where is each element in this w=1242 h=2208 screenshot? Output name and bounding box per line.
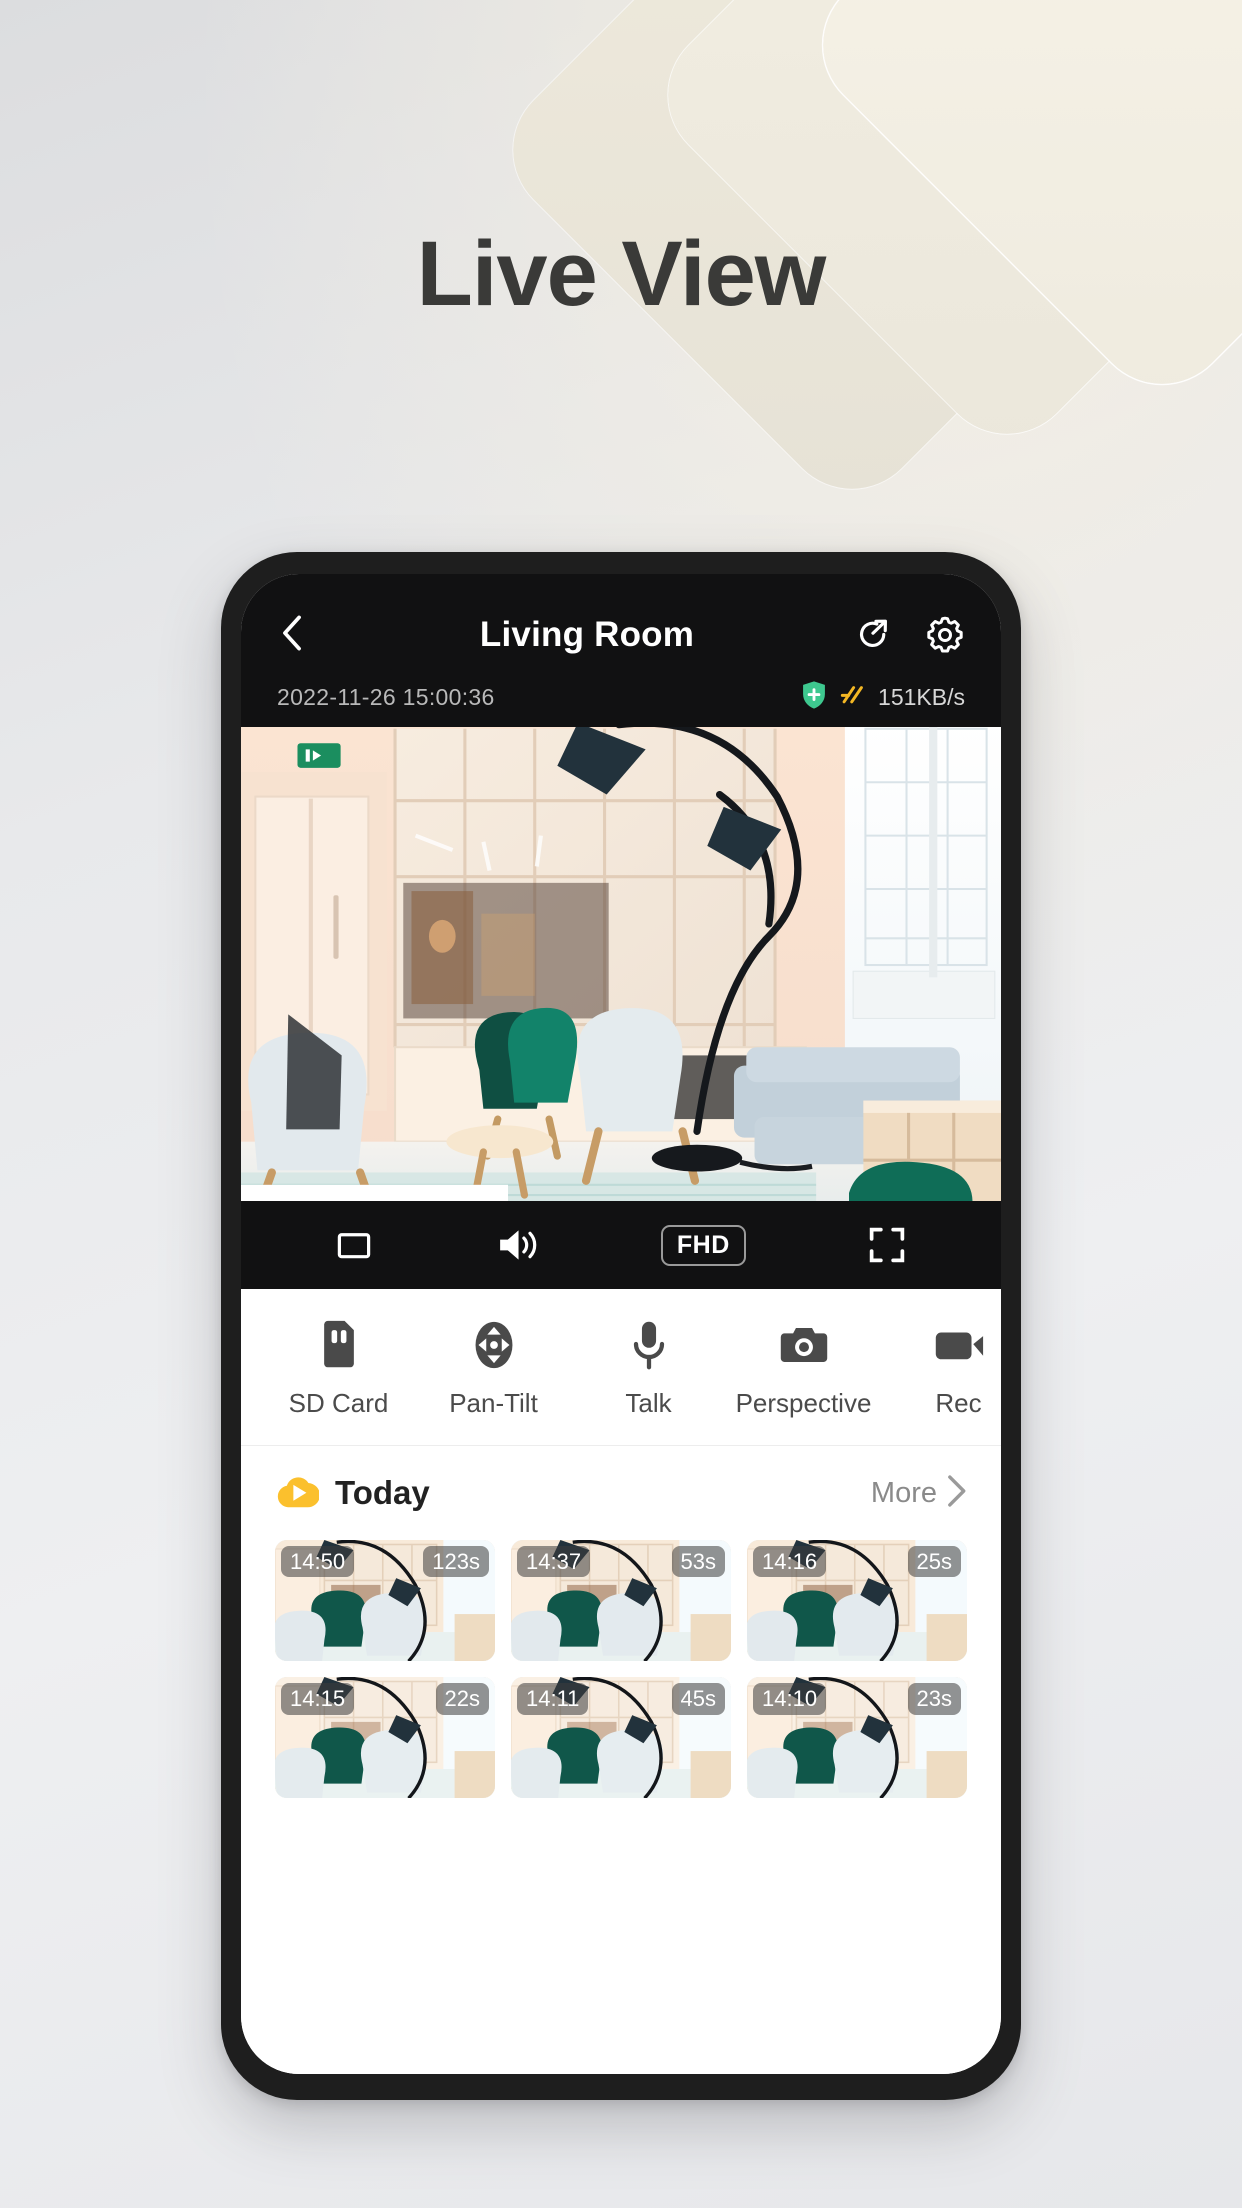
clip-thumbnail[interactable]: 14:11 45s <box>511 1677 731 1799</box>
function-label: Talk <box>625 1388 672 1418</box>
aspect-ratio-button[interactable] <box>335 1226 373 1264</box>
stream-timestamp: 2022-11-26 15:00:36 <box>277 684 495 710</box>
sd-card-icon <box>318 1319 360 1371</box>
video-frame-image <box>241 727 1001 1201</box>
function-label: Perspective <box>735 1388 872 1418</box>
clip-duration: 22s <box>435 1683 489 1715</box>
phone-screen: Living Room 2022-11-26 15:00:36 151KB/s … <box>241 574 1001 2074</box>
chevron-right-icon[interactable] <box>945 1474 967 1513</box>
phone-mockup-frame: Living Room 2022-11-26 15:00:36 151KB/s … <box>221 552 1021 2100</box>
settings-button[interactable] <box>923 613 967 657</box>
fullscreen-expand-icon <box>869 1227 904 1263</box>
rectangle-icon <box>338 1233 371 1259</box>
clip-time: 14:16 <box>753 1546 827 1578</box>
function-label: Rec <box>935 1388 982 1418</box>
function-label: Pan-Tilt <box>449 1388 538 1418</box>
stream-status-row: 2022-11-26 15:00:36 151KB/s <box>275 666 967 727</box>
speaker-on-icon <box>500 1230 537 1260</box>
clip-thumbnail[interactable]: 14:15 22s <box>275 1677 495 1799</box>
function-sd-card[interactable]: SD Card <box>261 1319 416 1419</box>
microphone-icon <box>630 1319 668 1371</box>
function-perspective[interactable]: Perspective <box>726 1319 881 1419</box>
pan-tilt-icon <box>470 1319 518 1371</box>
today-clips-section: Today More 14:50 123s 14:37 53s 14:16 25… <box>241 1446 1001 2074</box>
sound-button[interactable] <box>494 1225 540 1265</box>
live-video-feed[interactable] <box>241 727 1001 1201</box>
today-header: Today More <box>275 1446 967 1540</box>
share-button[interactable] <box>853 614 895 656</box>
network-speed-label: 151KB/s <box>878 684 965 710</box>
shield-plus-icon <box>800 680 828 715</box>
clip-duration: 25s <box>907 1546 961 1578</box>
clip-thumbnail[interactable]: 14:50 123s <box>275 1540 495 1662</box>
function-talk[interactable]: Talk <box>571 1319 726 1419</box>
clip-time: 14:11 <box>517 1683 589 1715</box>
page-headline: Live View <box>416 223 827 325</box>
fullscreen-button[interactable] <box>867 1225 907 1265</box>
clip-duration: 45s <box>671 1683 725 1715</box>
clip-time: 14:37 <box>517 1546 591 1578</box>
function-shortcut-row: SD Card Pan-Tilt Talk Perspective Rec <box>241 1289 1001 1446</box>
clip-thumbnail[interactable]: 14:10 23s <box>747 1677 967 1799</box>
back-button[interactable] <box>275 610 321 661</box>
app-header: Living Room 2022-11-26 15:00:36 151KB/s <box>241 574 1001 727</box>
share-arrow-icon <box>859 619 887 647</box>
function-record[interactable]: Rec <box>881 1319 1001 1419</box>
chevron-left-icon <box>283 615 301 650</box>
camera-icon <box>779 1319 829 1371</box>
clip-time: 14:50 <box>281 1546 355 1578</box>
quality-button[interactable]: FHD <box>660 1224 746 1266</box>
clip-thumbnail[interactable]: 14:37 53s <box>511 1540 731 1662</box>
clip-duration: 53s <box>671 1546 725 1578</box>
clip-duration: 23s <box>907 1683 961 1715</box>
today-title: Today <box>335 1474 430 1511</box>
record-icon <box>934 1319 984 1371</box>
clip-thumbnail[interactable]: 14:16 25s <box>747 1540 967 1662</box>
gear-icon <box>927 616 963 653</box>
more-label[interactable]: More <box>871 1477 937 1510</box>
network-speed-icon <box>839 683 867 712</box>
clip-duration: 123s <box>423 1546 489 1578</box>
function-pan-tilt[interactable]: Pan-Tilt <box>416 1319 571 1419</box>
function-label: SD Card <box>288 1388 389 1418</box>
clip-time: 14:10 <box>753 1683 827 1715</box>
cloud-play-icon <box>275 1472 320 1515</box>
page-title: Living Room <box>479 615 695 654</box>
clip-thumbnail-grid: 14:50 123s 14:37 53s 14:16 25s 14:15 22s… <box>275 1540 967 1799</box>
video-control-bar: FHD <box>241 1201 1001 1289</box>
clip-time: 14:15 <box>281 1683 355 1715</box>
